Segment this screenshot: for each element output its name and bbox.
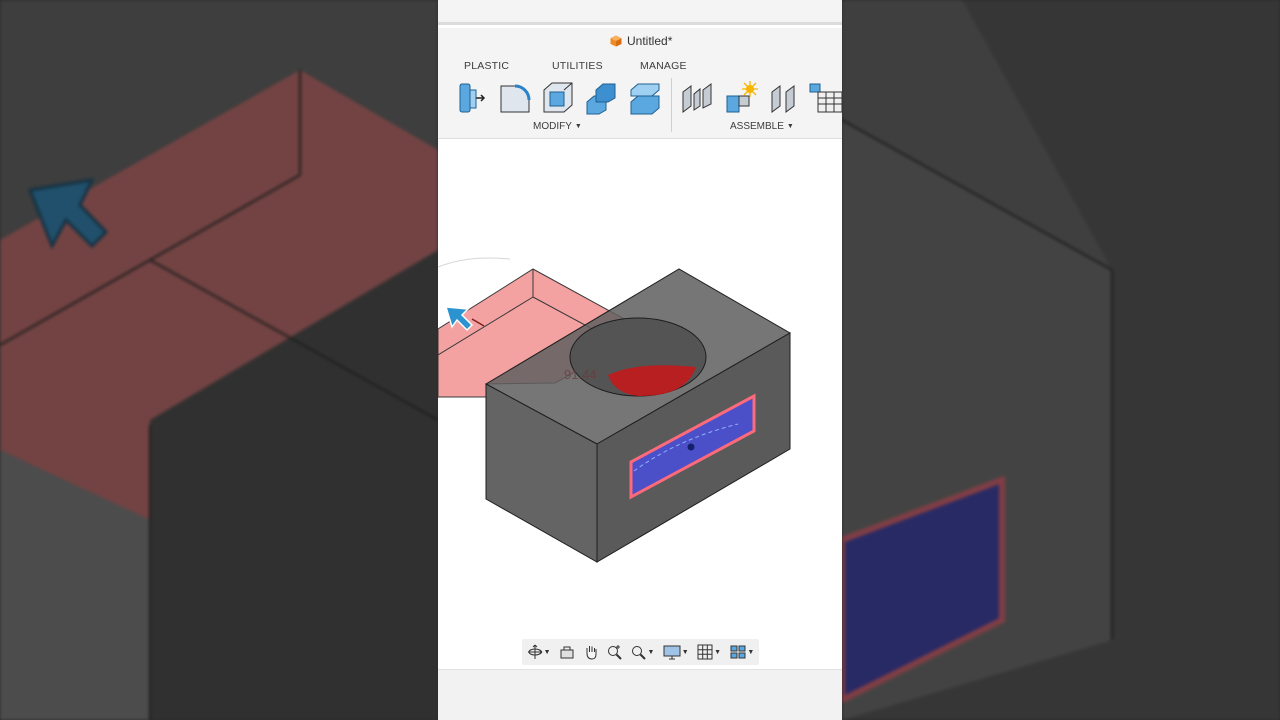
pan-icon bbox=[586, 646, 597, 660]
chevron-down-icon: ▼ bbox=[714, 648, 721, 656]
combine-icon[interactable] bbox=[584, 80, 618, 116]
toolbar-ribbon: PLASTIC UTILITIES MANAGE MODIFY ▼ ASSEMB… bbox=[438, 54, 842, 139]
zoom-window-icon bbox=[608, 645, 622, 660]
modify-label: MODIFY bbox=[533, 121, 572, 132]
chevron-down-icon: ▼ bbox=[543, 648, 551, 656]
display-settings-icon bbox=[663, 645, 681, 660]
as-built-joint-icon[interactable] bbox=[768, 80, 802, 116]
fillet-icon[interactable] bbox=[498, 80, 532, 116]
chevron-down-icon: ▼ bbox=[681, 648, 689, 656]
document-title: Untitled* bbox=[627, 34, 673, 48]
canvas-viewport[interactable]: 91.44 bbox=[438, 139, 842, 669]
zoom-window-button[interactable] bbox=[602, 641, 626, 663]
pan-button[interactable] bbox=[579, 641, 603, 663]
modify-menu[interactable]: MODIFY ▼ bbox=[533, 121, 582, 132]
tab-manage[interactable]: MANAGE bbox=[640, 60, 687, 72]
manipulator-arc bbox=[438, 257, 511, 268]
bottom-strip bbox=[438, 669, 842, 720]
assemble-menu[interactable]: ASSEMBLE ▼ bbox=[730, 121, 794, 132]
top-strip bbox=[438, 0, 842, 25]
ribbon-divider bbox=[671, 78, 672, 132]
zoom-button[interactable]: ▼ bbox=[626, 641, 659, 663]
table-icon[interactable] bbox=[808, 80, 842, 116]
joint-icon[interactable] bbox=[680, 80, 714, 116]
grid-icon bbox=[697, 644, 713, 660]
press-pull-icon[interactable] bbox=[456, 80, 490, 116]
zoom-icon bbox=[632, 646, 647, 660]
offset-face-icon[interactable] bbox=[628, 80, 662, 116]
viewports-icon bbox=[730, 645, 746, 659]
dimension-value[interactable]: 91.44 bbox=[564, 367, 597, 382]
assemble-label: ASSEMBLE bbox=[730, 121, 784, 132]
orbit-button[interactable]: ▼ bbox=[522, 641, 555, 663]
grid-button[interactable]: ▼ bbox=[692, 641, 725, 663]
tab-utilities[interactable]: UTILITIES bbox=[552, 60, 603, 72]
background-left-blurred-view bbox=[0, 0, 438, 720]
new-component-icon[interactable] bbox=[724, 80, 758, 116]
look-at-icon bbox=[560, 646, 574, 659]
chevron-down-icon: ▼ bbox=[574, 123, 582, 130]
document-tab[interactable]: Untitled* bbox=[610, 34, 672, 48]
orbit-icon bbox=[527, 644, 543, 659]
tab-plastic[interactable]: PLASTIC bbox=[464, 60, 509, 72]
fusion-app-window: Untitled* PLASTIC UTILITIES MANAGE MODIF… bbox=[438, 0, 842, 720]
shell-icon[interactable] bbox=[541, 80, 575, 116]
orange-cube-icon bbox=[610, 35, 622, 47]
look-at-button[interactable] bbox=[555, 641, 579, 663]
chevron-down-icon: ▼ bbox=[647, 648, 655, 656]
chevron-down-icon: ▼ bbox=[747, 648, 755, 656]
display-settings-button[interactable]: ▼ bbox=[659, 641, 692, 663]
viewports-button[interactable]: ▼ bbox=[726, 641, 759, 663]
title-bar: Untitled* bbox=[438, 28, 842, 54]
navigation-bar: ▼ ▼ ▼ ▼ ▼ bbox=[522, 639, 759, 665]
background-right-blurred-view bbox=[842, 0, 1280, 720]
chevron-down-icon: ▼ bbox=[786, 123, 794, 130]
